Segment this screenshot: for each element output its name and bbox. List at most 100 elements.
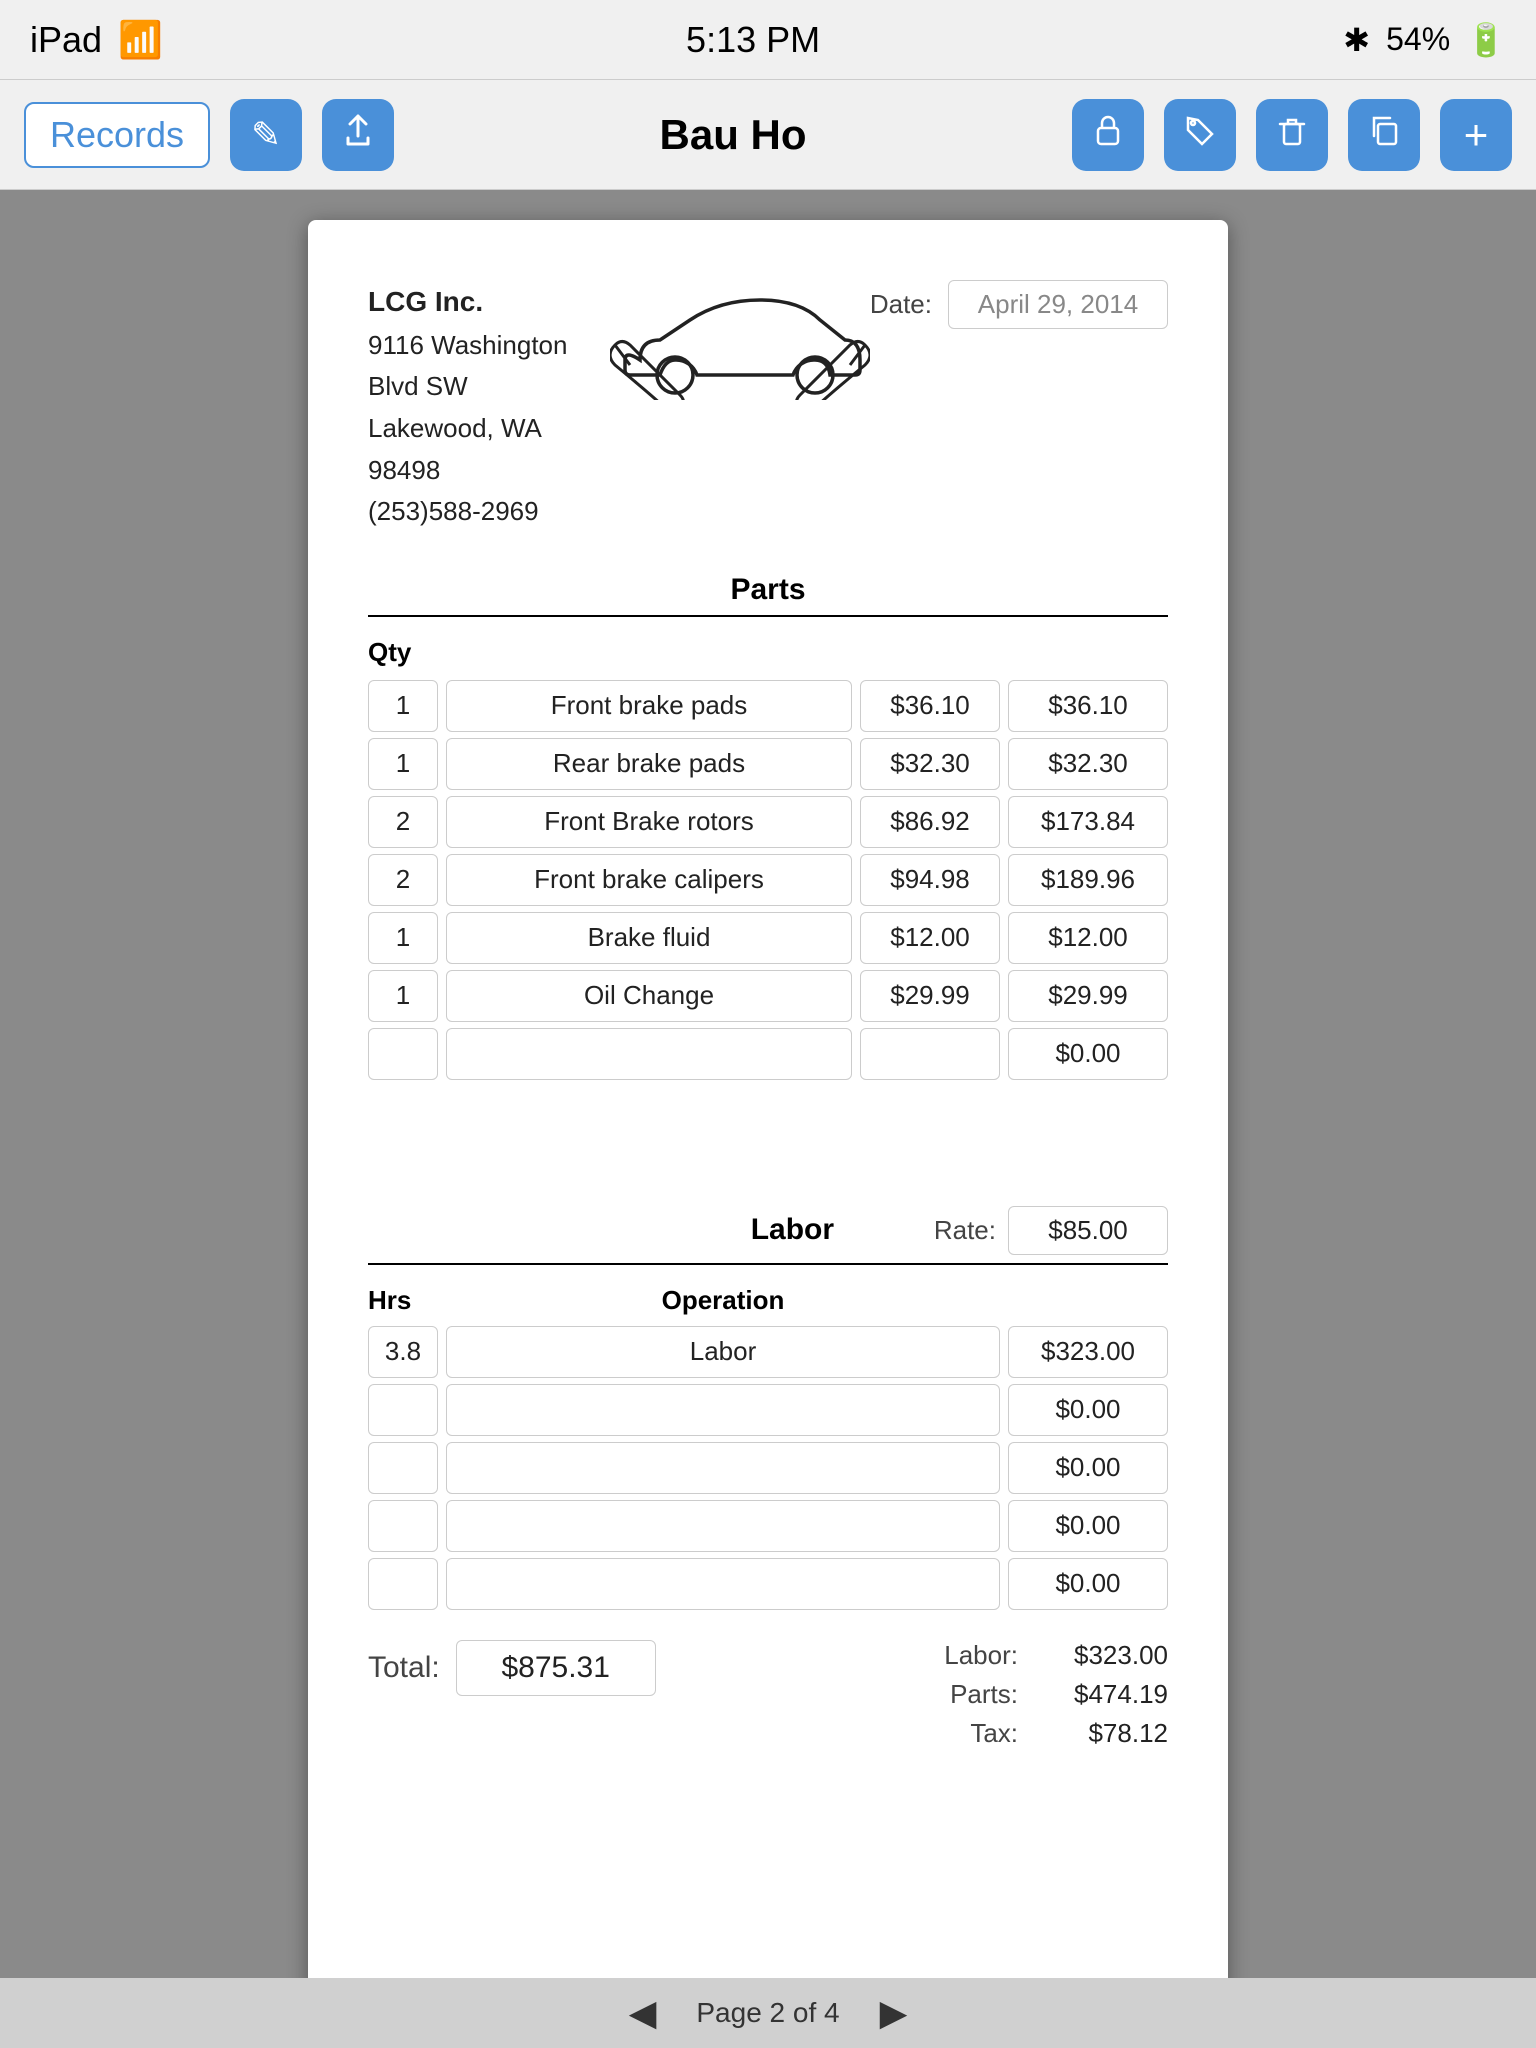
desc-cell[interactable]: Oil Change xyxy=(446,970,852,1022)
invoice-document: LCG Inc. 9116 Washington Blvd SW Lakewoo… xyxy=(308,220,1228,1978)
prev-page-button[interactable]: ◀ xyxy=(629,1992,657,2034)
parts-summary-value: $474.19 xyxy=(1038,1679,1168,1710)
hrs-cell[interactable] xyxy=(368,1384,438,1436)
add-button[interactable]: + xyxy=(1440,99,1512,171)
summary-right: Labor: $323.00 Parts: $474.19 Tax: $78.1… xyxy=(938,1640,1168,1749)
qty-cell[interactable]: 1 xyxy=(368,680,438,732)
total-cell[interactable]: $36.10 xyxy=(1008,680,1168,732)
tax-summary-label: Tax: xyxy=(938,1718,1018,1749)
desc-cell[interactable] xyxy=(446,1028,852,1080)
unit-price-cell[interactable]: $29.99 xyxy=(860,970,1000,1022)
total-cell[interactable]: $12.00 xyxy=(1008,912,1168,964)
total-cell[interactable]: $189.96 xyxy=(1008,854,1168,906)
total-cell[interactable]: $0.00 xyxy=(1008,1028,1168,1080)
parts-row: 2 Front Brake rotors $86.92 $173.84 xyxy=(368,796,1168,848)
unit-price-cell[interactable]: $32.30 xyxy=(860,738,1000,790)
unit-price-cell[interactable]: $12.00 xyxy=(860,912,1000,964)
labor-rows: 3.8 Labor $323.00 $0.00 $0.00 $0.00 xyxy=(368,1326,1168,1610)
op-cell[interactable]: Labor xyxy=(446,1326,1000,1378)
hrs-cell[interactable] xyxy=(368,1442,438,1494)
parts-row: 1 Brake fluid $12.00 $12.00 xyxy=(368,912,1168,964)
total-cell[interactable]: $173.84 xyxy=(1008,796,1168,848)
amt-cell[interactable]: $323.00 xyxy=(1008,1326,1168,1378)
share-button[interactable] xyxy=(322,99,394,171)
company-address1: 9116 Washington Blvd SW xyxy=(368,325,610,408)
qty-cell[interactable]: 2 xyxy=(368,854,438,906)
qty-cell[interactable]: 1 xyxy=(368,912,438,964)
tax-summary-row: Tax: $78.12 xyxy=(938,1718,1168,1749)
lock-icon xyxy=(1090,112,1126,157)
total-value[interactable]: $875.31 xyxy=(456,1640,656,1696)
op-cell[interactable] xyxy=(446,1558,1000,1610)
unit-price-cell[interactable]: $86.92 xyxy=(860,796,1000,848)
parts-row: 2 Front brake calipers $94.98 $189.96 xyxy=(368,854,1168,906)
lock-button[interactable] xyxy=(1072,99,1144,171)
device-label: iPad xyxy=(30,19,102,61)
status-right: ✱ 54% 🔋 xyxy=(1343,21,1506,59)
bluetooth-icon: ✱ xyxy=(1343,21,1370,59)
total-cell[interactable]: $29.99 xyxy=(1008,970,1168,1022)
next-page-button[interactable]: ▶ xyxy=(880,1992,908,2034)
desc-cell[interactable]: Front brake pads xyxy=(446,680,852,732)
parts-row: $0.00 xyxy=(368,1028,1168,1080)
desc-cell[interactable]: Front Brake rotors xyxy=(446,796,852,848)
rate-value[interactable]: $85.00 xyxy=(1008,1206,1168,1255)
amt-cell[interactable]: $0.00 xyxy=(1008,1500,1168,1552)
total-label: Total: xyxy=(368,1651,440,1685)
status-left: iPad 📶 xyxy=(30,19,163,61)
op-cell[interactable] xyxy=(446,1500,1000,1552)
unit-price-cell[interactable]: $94.98 xyxy=(860,854,1000,906)
labor-summary-label: Labor: xyxy=(938,1640,1018,1671)
op-cell[interactable] xyxy=(446,1442,1000,1494)
records-button[interactable]: Records xyxy=(24,102,210,168)
qty-cell[interactable]: 1 xyxy=(368,738,438,790)
copy-button[interactable] xyxy=(1348,99,1420,171)
date-section: Date: April 29, 2014 xyxy=(870,280,1168,329)
labor-summary-row: Labor: $323.00 xyxy=(938,1640,1168,1671)
page-title: Bau Ho xyxy=(414,111,1052,159)
parts-row: 1 Oil Change $29.99 $29.99 xyxy=(368,970,1168,1022)
labor-title: Labor xyxy=(651,1213,934,1247)
qty-cell[interactable]: 2 xyxy=(368,796,438,848)
main-area: LCG Inc. 9116 Washington Blvd SW Lakewoo… xyxy=(0,190,1536,1978)
desc-cell[interactable]: Brake fluid xyxy=(446,912,852,964)
trash-button[interactable] xyxy=(1256,99,1328,171)
hrs-cell[interactable] xyxy=(368,1558,438,1610)
desc-cell[interactable]: Front brake calipers xyxy=(446,854,852,906)
company-name: LCG Inc. xyxy=(368,280,610,325)
tag-button[interactable] xyxy=(1164,99,1236,171)
unit-price-cell[interactable]: $36.10 xyxy=(860,680,1000,732)
copy-icon xyxy=(1366,112,1402,157)
parts-title: Parts xyxy=(368,573,1168,607)
battery-icon: 🔋 xyxy=(1466,21,1506,59)
edit-icon: ✎ xyxy=(251,114,281,156)
amt-cell[interactable]: $0.00 xyxy=(1008,1442,1168,1494)
hrs-cell[interactable] xyxy=(368,1500,438,1552)
invoice-header: LCG Inc. 9116 Washington Blvd SW Lakewoo… xyxy=(368,280,1168,533)
parts-divider xyxy=(368,615,1168,617)
summary-section: Total: $875.31 Labor: $323.00 Parts: $47… xyxy=(368,1640,1168,1749)
status-time: 5:13 PM xyxy=(686,19,820,61)
unit-price-cell[interactable] xyxy=(860,1028,1000,1080)
edit-button[interactable]: ✎ xyxy=(230,99,302,171)
company-address2: Lakewood, WA 98498 xyxy=(368,408,610,491)
date-value[interactable]: April 29, 2014 xyxy=(948,280,1168,329)
labor-row: $0.00 xyxy=(368,1442,1168,1494)
total-cell[interactable]: $32.30 xyxy=(1008,738,1168,790)
amt-cell[interactable]: $0.00 xyxy=(1008,1384,1168,1436)
desc-cell[interactable]: Rear brake pads xyxy=(446,738,852,790)
qty-cell[interactable] xyxy=(368,1028,438,1080)
share-icon xyxy=(340,112,376,157)
company-phone: (253)588-2969 xyxy=(368,491,610,533)
amt-cell[interactable]: $0.00 xyxy=(1008,1558,1168,1610)
parts-summary-label: Parts: xyxy=(938,1679,1018,1710)
trash-icon xyxy=(1274,112,1310,157)
bottom-bar: ◀ Page 2 of 4 ▶ xyxy=(0,1978,1536,2048)
labor-header-row: Labor Rate: $85.00 xyxy=(368,1206,1168,1255)
labor-row: 3.8 Labor $323.00 xyxy=(368,1326,1168,1378)
labor-row: $0.00 xyxy=(368,1558,1168,1610)
qty-cell[interactable]: 1 xyxy=(368,970,438,1022)
op-cell[interactable] xyxy=(446,1384,1000,1436)
hrs-cell[interactable]: 3.8 xyxy=(368,1326,438,1378)
parts-summary-row: Parts: $474.19 xyxy=(938,1679,1168,1710)
